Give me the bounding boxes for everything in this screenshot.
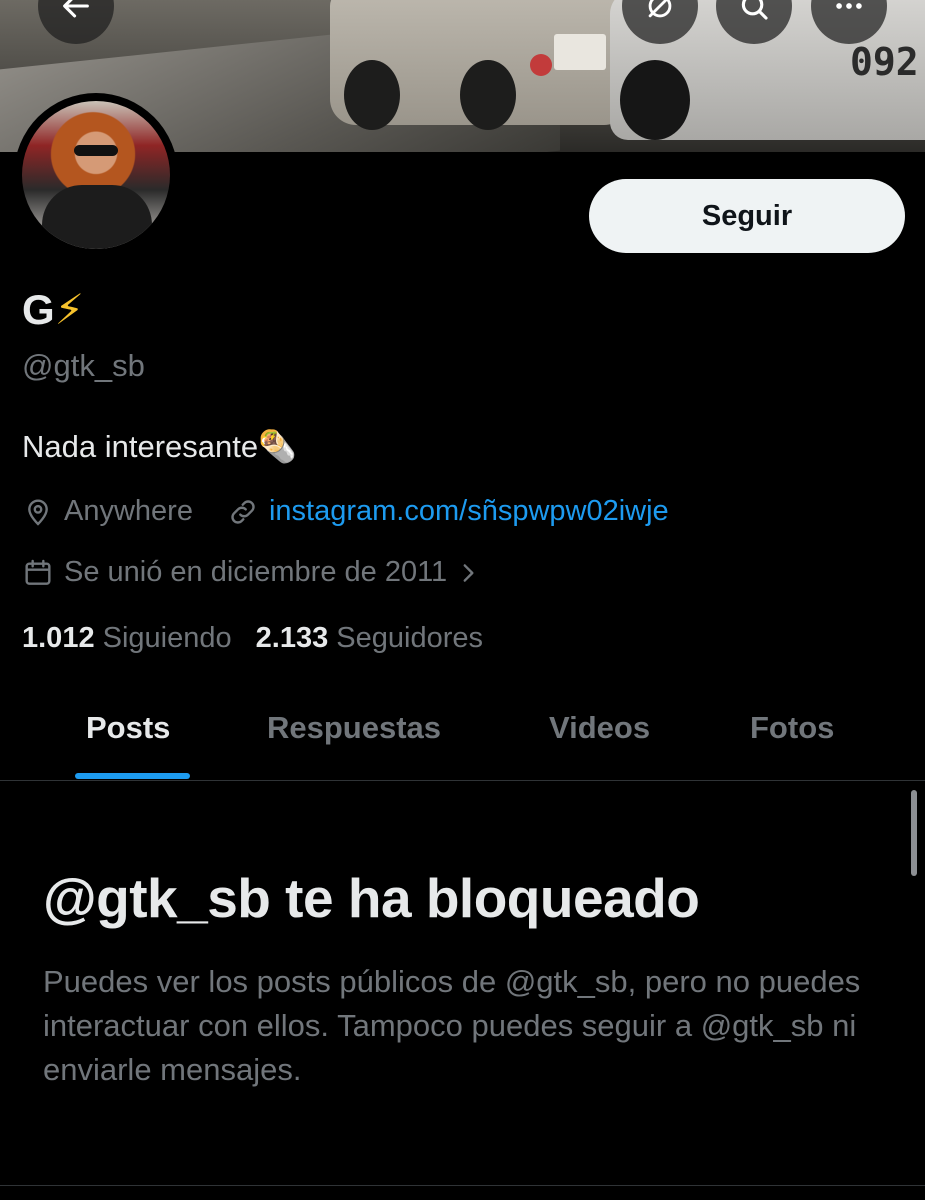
following-stat[interactable]: 1.012 Siguiendo <box>22 622 232 655</box>
chevron-right-icon <box>463 563 474 582</box>
following-label: Siguiendo <box>102 622 232 654</box>
van-wheel <box>620 60 690 140</box>
profile-handle: @gtk_sb <box>22 348 145 383</box>
profile-tabs: Posts Respuestas Videos Fotos <box>0 690 925 781</box>
profile-location: Anywhere <box>64 495 193 527</box>
scrollbar[interactable] <box>911 790 917 876</box>
arrow-left-icon <box>63 0 89 18</box>
tab-fotos[interactable]: Fotos <box>750 710 834 746</box>
location-pin-icon <box>28 498 48 526</box>
followers-label: Seguidores <box>336 622 483 654</box>
lightning-emoji: ⚡ <box>54 286 85 333</box>
link-icon <box>231 499 255 524</box>
more-icon <box>836 3 862 9</box>
calendar-icon <box>25 559 51 585</box>
car-wheel <box>460 60 516 130</box>
avatar-body <box>42 185 152 249</box>
active-tab-indicator <box>75 773 190 779</box>
tab-videos[interactable]: Videos <box>549 710 650 746</box>
avatar[interactable] <box>14 93 178 257</box>
tab-posts[interactable]: Posts <box>86 710 170 746</box>
followers-count: 2.133 <box>255 622 329 654</box>
banner-car <box>330 0 630 130</box>
profile-stats: 1.012 Siguiendo 2.133 Seguidores <box>22 622 483 655</box>
grok-icon <box>648 0 672 18</box>
search-icon <box>741 0 768 20</box>
divider <box>0 1185 925 1186</box>
avatar-glasses <box>74 145 118 156</box>
avatar-photo <box>22 101 170 249</box>
follow-button[interactable]: Seguir <box>589 179 905 253</box>
van-number: 092 <box>850 40 919 84</box>
car-plate <box>554 34 606 70</box>
profile-meta-row: Anywhere instagram.com/sñspwpw02iwje <box>22 495 669 528</box>
display-name-text: G <box>22 286 55 333</box>
followers-stat[interactable]: 2.133 Seguidores <box>256 622 483 655</box>
profile-bio: Nada interesante🌯 <box>22 429 297 464</box>
blocked-title: @gtk_sb te ha bloqueado <box>43 867 700 929</box>
car-light <box>530 54 552 76</box>
profile-joined-row[interactable]: Se unió en diciembre de 2011 <box>22 556 491 589</box>
tab-respuestas[interactable]: Respuestas <box>267 710 441 746</box>
display-name: G⚡ <box>22 285 84 334</box>
profile-joined: Se unió en diciembre de 2011 <box>64 556 448 588</box>
profile-website-link[interactable]: instagram.com/sñspwpw02iwje <box>269 495 669 528</box>
blocked-description: Puedes ver los posts públicos de @gtk_sb… <box>43 964 861 1087</box>
following-count: 1.012 <box>22 622 95 654</box>
car-wheel <box>344 60 400 130</box>
